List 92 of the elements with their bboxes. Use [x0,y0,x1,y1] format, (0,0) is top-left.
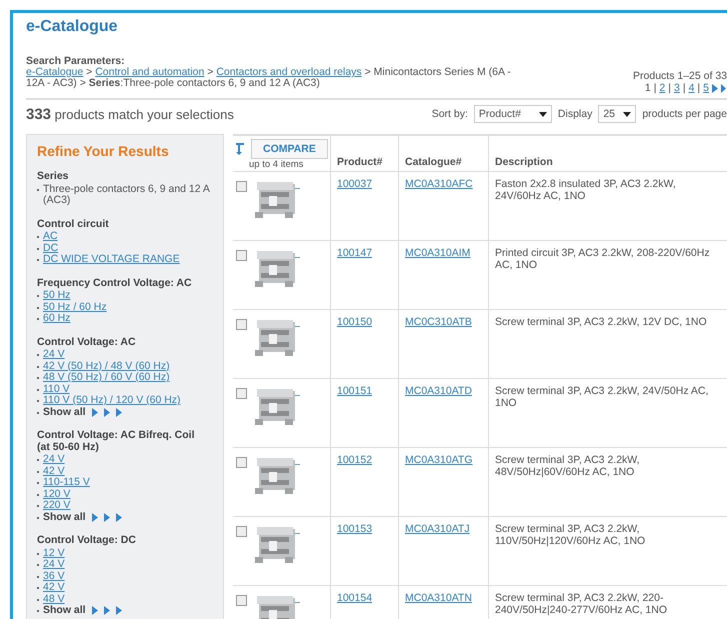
filter-link[interactable]: AC [43,231,58,242]
page-title: e-Catalogue [26,17,119,37]
compare-checkbox[interactable] [236,526,247,537]
product-link[interactable]: 100152 [337,454,372,466]
breadcrumb-link[interactable]: e-Catalogue [26,66,84,78]
catalogue-link[interactable]: MC0A310ATD [405,385,472,397]
filter-link[interactable]: 48 V (50 Hz) / 60 V (60 Hz) [43,372,170,384]
filter-link[interactable]: 110-115 V [43,477,90,488]
catalogue-link[interactable]: MC0A310ATG [405,454,472,466]
catalogue-link[interactable]: MC0C310ATB [405,316,472,328]
page-separator: | [654,82,656,94]
filter-link[interactable]: DC WIDE VOLTAGE RANGE [43,254,180,266]
filter-group-title: Control Voltage: AC [37,336,137,348]
catalogue-link[interactable]: MC0A310AIM [405,247,470,259]
column-header[interactable]: Catalogue# [398,136,488,171]
page-separator: | [682,82,686,94]
compare-note: up to 4 items [248,159,304,171]
description-cell: Screw terminal 3P, AC3 2.2kW, 24V/50Hz AC, 1NO [495,385,708,409]
filter-link[interactable]: 50 Hz / 60 Hz [43,302,107,313]
filter-link[interactable]: 60 Hz [43,313,70,324]
sort-label: Sort by: [432,108,468,120]
compare-checkbox[interactable] [236,457,247,468]
page-link[interactable]: 1 [644,82,651,94]
compare-button[interactable]: COMPARE [251,139,328,159]
product-link[interactable]: 100037 [337,178,372,190]
column-header[interactable]: Product# [330,136,398,171]
page-link[interactable]: 4 [688,82,694,94]
display-dropdown[interactable]: 25 [598,105,636,123]
filter-link[interactable]: DC [43,242,58,254]
filter-link[interactable]: 42 V [43,466,65,477]
column-header[interactable]: Description [488,136,727,171]
breadcrumb-link[interactable]: Contactors and overload relays [216,66,362,78]
products-range: Products 1–25 of 33 [633,70,727,82]
show-all-link[interactable]: Show all [43,512,86,523]
filter-group-title: Control circuit [37,218,110,230]
filter-link[interactable]: 110 V [43,384,70,395]
product-link[interactable]: 100151 [337,385,372,397]
filter-link[interactable]: 24 V [43,349,65,360]
product-link[interactable]: 100153 [337,523,372,535]
display-label: Display [558,108,592,120]
filter-group-title: Control Voltage: AC Bifreq. Coil (at 50-60 Hz) [37,430,196,453]
sort-dropdown[interactable]: Product# [474,105,552,123]
page-link[interactable]: 3 [674,82,680,94]
filter-link[interactable]: 48 V [43,594,65,605]
description-cell: Screw terminal 3P, AC3 2.2kW, 110V/50Hz|120V/60Hz AC, 1NO [495,523,646,547]
filter-link[interactable]: 36 V [43,570,65,582]
product-link[interactable]: 100150 [337,316,372,328]
product-link[interactable]: 100147 [337,247,372,259]
compare-checkbox[interactable] [236,319,247,330]
filter-link[interactable]: 42 V (50 Hz) / 48 V (60 Hz) [43,360,170,372]
compare-checkbox[interactable] [236,181,247,192]
description-cell: Screw terminal 3P, AC3 2.2kW, 48V/50Hz|60V/60Hz AC, 1NO [495,454,640,478]
display-suffix: products per page [642,108,727,120]
sort-down-icon [235,143,245,155]
caret-icon [538,112,547,116]
filter-link[interactable]: 120 V [43,488,70,500]
compare-checkbox[interactable] [236,250,247,261]
page-link[interactable]: 2 [659,82,666,94]
description-cell: Screw terminal 3P, AC3 2.2kW, 220-240V/50Hz|240-277V/60Hz AC, 1NO [495,592,667,616]
filter-group-title: Frequency Control Voltage: AC [37,278,193,289]
compare-checkbox[interactable] [236,595,247,606]
show-all-link[interactable]: Show all [43,406,86,418]
search-parameters-label: Search Parameters: [26,56,126,67]
filter-link[interactable]: 42 V [43,582,65,594]
filter-link[interactable]: 24 V [43,454,65,466]
filter-value: Three-pole contactors 6, 9 and 12 A (AC3) [43,184,211,206]
description-cell: Screw terminal 3P, AC3 2.2kW, 12V DC, 1NO [495,316,707,328]
filter-link[interactable]: 110 V (50 Hz) / 120 V (60 Hz) [43,395,181,406]
filter-link[interactable]: 50 Hz [43,290,70,302]
page-separator: | [697,82,700,94]
compare-checkbox[interactable] [236,388,247,399]
filter-group-title: Control Voltage: DC [37,535,137,546]
catalogue-link[interactable]: MC0A310ATJ [405,523,470,535]
last-page-icon[interactable] [721,84,727,92]
page-link[interactable]: 5 [703,82,709,94]
filter-link[interactable]: 24 V [43,559,65,570]
filter-link[interactable]: 12 V [43,548,65,559]
page-separator: | [668,82,671,94]
description-cell: Printed circuit 3P, AC3 2.2kW, 208-220V/60Hz AC, 1NO [495,247,710,271]
filter-group-title: Series [37,171,70,182]
filter-link[interactable]: 220 V [43,500,70,512]
breadcrumb-trail: e-Catalogue > Control and automation > Contactors and overload relays > Minicontactors Series M (6A - 12A - AC3) > Series:Three-pole contactors 6, 9 and 12 A (AC3) [26,66,511,89]
refine-title: Refine Your Results [37,143,170,159]
caret-icon [623,112,632,116]
breadcrumb-link[interactable]: Control and automation [95,66,204,78]
product-link[interactable]: 100154 [337,592,372,604]
next-page-icon[interactable] [712,84,718,92]
description-cell: Faston 2x2.8 insulated 3P, AC3 2.2kW, 24V/60Hz AC, 1NO [495,178,676,202]
catalogue-link[interactable]: MC0A310ATN [405,592,472,604]
catalogue-link[interactable]: MC0A310AFC [405,178,473,190]
result-count: 333 products match your selections [26,106,234,122]
show-all-link[interactable]: Show all [43,605,86,616]
